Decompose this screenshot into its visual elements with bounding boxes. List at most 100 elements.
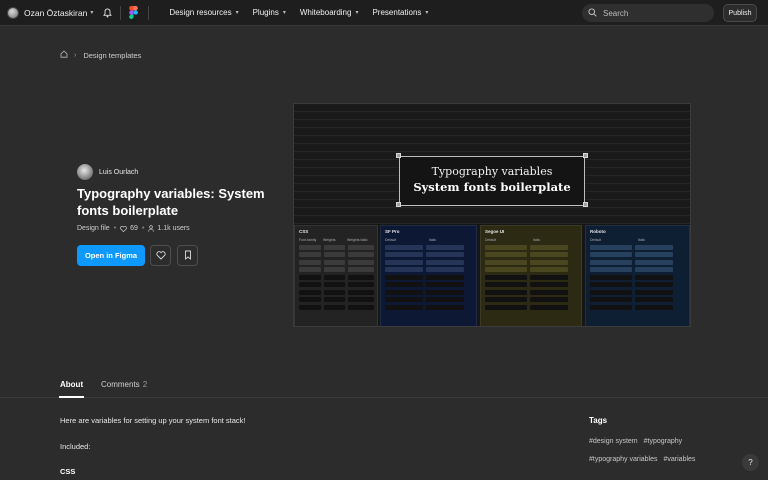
panel-cell (635, 244, 673, 250)
bell-icon[interactable] (102, 8, 112, 18)
panel-cell (426, 289, 464, 295)
page-title: Typography variables: System fonts boile… (77, 186, 265, 218)
panel-headers: Default Italic (485, 238, 581, 242)
panel-cell (635, 289, 673, 295)
panel-cell (590, 289, 632, 295)
avatar (7, 6, 19, 19)
publish-button[interactable]: Publish (723, 4, 757, 22)
panel-cell (485, 297, 527, 302)
panel-row (385, 304, 476, 310)
panel-row (385, 297, 476, 302)
panel-cell (635, 304, 673, 310)
panel-cell (323, 252, 346, 257)
panel-cell (485, 252, 527, 257)
panel-cell (299, 282, 321, 287)
panel-cell (485, 274, 527, 280)
panel-rows (295, 244, 377, 310)
bookmark-button[interactable] (177, 245, 198, 266)
search-input[interactable]: Search (582, 4, 714, 22)
panel-cell (590, 267, 632, 272)
panel-header: Weights Italic (347, 238, 368, 242)
panel-cell (299, 274, 321, 280)
panel-cell (635, 297, 673, 302)
breadcrumb-link[interactable]: Design templates (83, 51, 141, 60)
panel-cell (530, 267, 568, 272)
panel-cell (635, 259, 673, 265)
tab-about[interactable]: About (58, 380, 85, 398)
selection-handle (396, 202, 401, 207)
panel-cell (426, 267, 464, 272)
resource-thumbnail[interactable]: Typography variables System fonts boiler… (293, 103, 691, 327)
open-in-figma-button[interactable]: Open in Figma (77, 245, 145, 266)
panel-row (385, 267, 476, 272)
panel-row (590, 297, 689, 302)
tags-heading: Tags (589, 416, 608, 425)
nav-label: Design resources (169, 8, 232, 17)
panel-row (590, 289, 689, 295)
panel-cell (348, 282, 374, 287)
divider (120, 5, 122, 20)
panel-cell (299, 259, 321, 265)
thumbnail-heading: Typography variables System fonts boiler… (399, 156, 585, 206)
panel-cell (485, 259, 527, 265)
thumbnail-heading-line2: System fonts boilerplate (413, 180, 571, 194)
tab-comments[interactable]: Comments 2 (101, 380, 147, 389)
panel-headers: Default Italic (590, 238, 689, 242)
nav-whiteboarding[interactable]: Whiteboarding ▾ (300, 8, 359, 17)
tab-label: About (60, 380, 84, 389)
figma-logo-icon[interactable] (129, 6, 139, 19)
panel-row (485, 252, 581, 257)
panel-cell (530, 274, 568, 280)
panel-row (299, 259, 377, 265)
tag-link[interactable]: #typography variables (589, 456, 658, 463)
chevron-down-icon: ▾ (90, 10, 94, 16)
help-button[interactable]: ? (742, 454, 759, 471)
panel-cell (590, 252, 632, 257)
panel-cell (590, 274, 632, 280)
nav-design-resources[interactable]: Design resources ▾ (169, 8, 238, 17)
home-icon[interactable] (60, 50, 68, 60)
nav-presentations[interactable]: Presentations ▾ (372, 8, 428, 17)
author-name: Luis Ourlach (99, 168, 139, 176)
nav-label: Plugins (252, 8, 279, 17)
panel-row (590, 274, 689, 280)
panel-row (485, 304, 581, 310)
panel-row (299, 304, 377, 310)
panel-cell (385, 304, 423, 310)
tab-bar: About Comments 2 (0, 372, 768, 398)
tab-label: Comments (101, 380, 140, 389)
panel-row (385, 282, 476, 287)
panel-row (590, 282, 689, 287)
nav-label: Presentations (372, 8, 422, 17)
panel-row (385, 259, 476, 265)
panel-header: Italic (533, 238, 541, 242)
panel-cell (348, 297, 374, 302)
panel-cell (530, 297, 568, 302)
selection-handle (583, 202, 588, 207)
thumbnail-panel-css: CSS Font-family Weights Weights Italic (294, 225, 378, 326)
tag-link[interactable]: #typography (644, 438, 683, 445)
panel-cell (530, 289, 568, 295)
tags-row: #design system #typography (589, 438, 688, 445)
nav-plugins[interactable]: Plugins ▾ (253, 8, 286, 17)
author[interactable]: Luis Ourlach (77, 164, 138, 180)
account-switcher[interactable]: Ozan Öztaskiran ▾ (7, 6, 94, 19)
panel-row (590, 267, 689, 272)
tag-link[interactable]: #design system (589, 438, 638, 445)
like-button[interactable] (150, 245, 171, 266)
chevron-down-icon: ▾ (282, 10, 286, 16)
panel-cell (530, 282, 568, 287)
panel-cell (348, 267, 374, 272)
panel-cell (530, 244, 568, 250)
panel-row (590, 304, 689, 310)
panel-cell (426, 244, 464, 250)
panel-cell (323, 259, 346, 265)
about-section-css: CSS (60, 467, 76, 476)
panel-row (299, 252, 377, 257)
separator: • (113, 225, 117, 232)
panel-row (590, 252, 689, 257)
panel-cell (426, 274, 464, 280)
panel-cell (485, 282, 527, 287)
tag-link[interactable]: #variables (664, 456, 696, 463)
tags-row: #typography variables #variables (589, 456, 701, 463)
